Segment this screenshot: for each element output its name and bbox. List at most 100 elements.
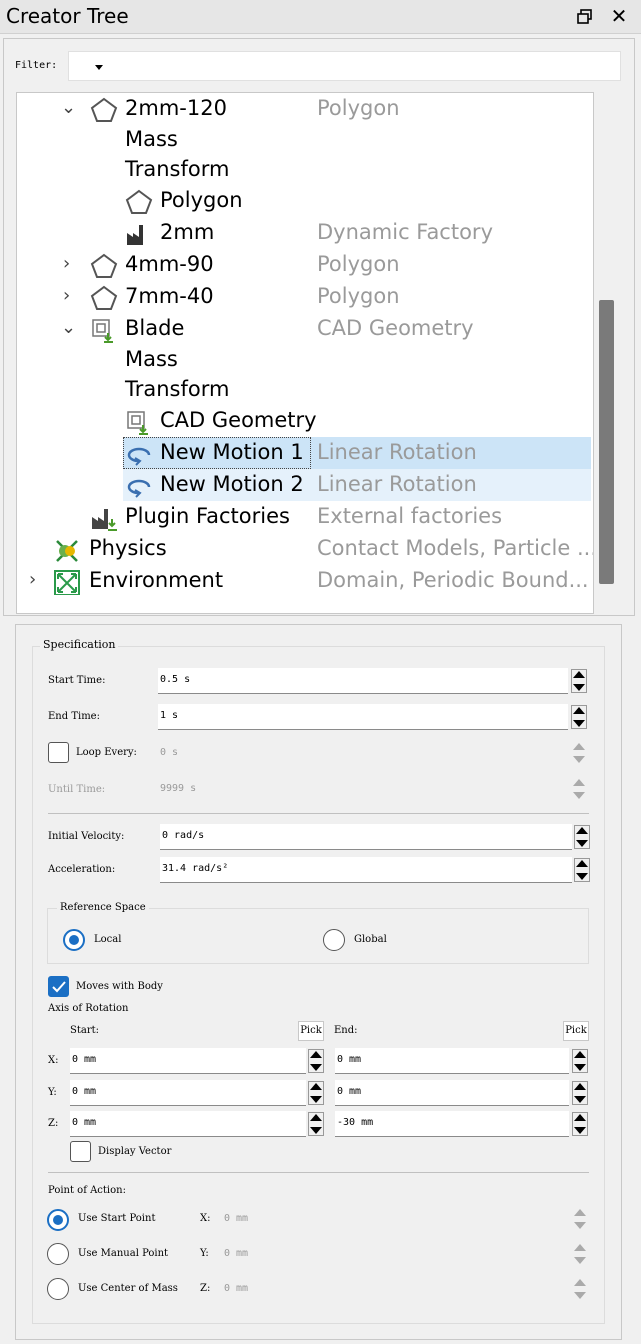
- factory-icon: [127, 225, 143, 245]
- tree-item-label: 2mm-120: [125, 96, 227, 120]
- poa-y-value: 0 mm: [224, 1248, 249, 1259]
- spin-updown-icon[interactable]: [572, 1049, 588, 1073]
- rotation-icon: [127, 479, 151, 498]
- separator: [48, 813, 589, 814]
- axis-end-x-input[interactable]: 0 mm: [335, 1048, 569, 1074]
- tree-item-mass[interactable]: Mass: [17, 124, 593, 156]
- display-vector-checkbox[interactable]: [70, 1141, 91, 1162]
- end-time-label: End Time:: [48, 711, 100, 722]
- end-time-input[interactable]: 1 s: [158, 704, 568, 730]
- axis-start-z-input[interactable]: 0 mm: [70, 1111, 306, 1137]
- checkmark-icon: [52, 981, 66, 993]
- pick-start-button[interactable]: Pick: [298, 1021, 324, 1041]
- spin-updown-icon[interactable]: [308, 1081, 324, 1105]
- global-label: Global: [354, 934, 387, 945]
- tree-item-environment[interactable]: › Environment Domain, Periodic Bound...: [17, 565, 593, 597]
- tree-item-2mm-120[interactable]: ⌄ 2mm-120 Polygon: [17, 93, 593, 125]
- point-of-action-title: Point of Action:: [48, 1185, 126, 1196]
- tree-item-plugin-factories[interactable]: Plugin Factories External factories: [17, 501, 593, 533]
- use-manual-point-radio[interactable]: [47, 1243, 69, 1265]
- axis-start-x-input[interactable]: 0 mm: [70, 1048, 306, 1074]
- axis-start-x-value: 0 mm: [72, 1054, 97, 1065]
- poa-z-label: Z:: [200, 1283, 211, 1294]
- display-vector-label: Display Vector: [98, 1146, 172, 1157]
- tree-item-blade[interactable]: ⌄ Blade CAD Geometry: [17, 313, 593, 345]
- axis-end-z-value: -30 mm: [337, 1117, 374, 1128]
- tree-item-2mm[interactable]: 2mm Dynamic Factory: [17, 217, 593, 249]
- tree-item-transform[interactable]: Transform: [17, 374, 593, 406]
- loop-every-label: Loop Every:: [76, 747, 137, 758]
- tree-item-polygon[interactable]: Polygon: [17, 185, 593, 217]
- tree-item-type: Polygon: [317, 96, 400, 120]
- spin-updown-icon[interactable]: [574, 858, 590, 882]
- axis-start-z-value: 0 mm: [72, 1117, 97, 1128]
- tree-item-label: Mass: [125, 127, 178, 151]
- local-radio[interactable]: [63, 929, 85, 951]
- poa-z-input: 0 mm: [222, 1277, 570, 1303]
- axis-start-y-value: 0 mm: [72, 1086, 97, 1097]
- chevron-down-icon[interactable]: ⌄: [61, 317, 76, 338]
- acceleration-input[interactable]: 31.4 rad/s²: [160, 857, 572, 883]
- tree-item-transform[interactable]: Transform: [17, 154, 593, 186]
- use-center-of-mass-label: Use Center of Mass: [78, 1283, 178, 1294]
- spin-updown-icon: [574, 1279, 586, 1299]
- tree-item-label: 4mm-90: [125, 252, 214, 276]
- reference-space-title: Reference Space: [57, 902, 149, 913]
- spin-updown-icon[interactable]: [574, 825, 590, 849]
- tree-item-label: Transform: [125, 377, 230, 401]
- reference-space-group: [47, 908, 589, 964]
- spin-updown-icon[interactable]: [308, 1049, 324, 1073]
- spin-updown-icon[interactable]: [572, 1081, 588, 1105]
- spin-updown-icon[interactable]: [571, 669, 587, 693]
- window-title: Creator Tree: [6, 4, 129, 28]
- initial-velocity-input[interactable]: 0 rad/s: [160, 824, 572, 850]
- tree-item-label: 2mm: [160, 220, 215, 244]
- filter-combobox[interactable]: [68, 51, 621, 81]
- end-time-value: 1 s: [160, 710, 179, 721]
- spin-updown-icon[interactable]: [572, 1112, 588, 1136]
- spin-updown-icon[interactable]: [571, 705, 587, 729]
- spin-updown-icon[interactable]: [308, 1112, 324, 1136]
- close-button[interactable]: ✕: [608, 6, 630, 28]
- tree-scrollbar-thumb[interactable]: [599, 300, 614, 584]
- tree-item-7mm-40[interactable]: › 7mm-40 Polygon: [17, 281, 593, 313]
- separator: [48, 1172, 589, 1173]
- loop-every-checkbox[interactable]: [48, 742, 69, 763]
- tree-item-physics[interactable]: Physics Contact Models, Particle ...: [17, 533, 593, 565]
- axis-end-y-input[interactable]: 0 mm: [335, 1080, 569, 1106]
- use-center-of-mass-radio[interactable]: [47, 1278, 69, 1300]
- chevron-right-icon[interactable]: ›: [29, 569, 36, 590]
- moves-with-body-checkbox[interactable]: [48, 976, 69, 997]
- start-time-input[interactable]: 0.5 s: [158, 668, 568, 694]
- global-radio[interactable]: [323, 929, 345, 951]
- moves-with-body-label: Moves with Body: [76, 981, 163, 992]
- chevron-down-icon[interactable]: [95, 65, 103, 70]
- tree-item-mass[interactable]: Mass: [17, 344, 593, 376]
- tree-item-label: New Motion 1: [160, 440, 304, 464]
- until-time-input: 9999 s: [158, 777, 568, 803]
- use-start-point-radio[interactable]: [47, 1209, 69, 1231]
- until-time-value: 9999 s: [160, 783, 197, 794]
- restore-icon: [577, 9, 592, 24]
- restore-button[interactable]: [574, 6, 596, 28]
- tree-item-4mm-90[interactable]: › 4mm-90 Polygon: [17, 249, 593, 281]
- tree-item-type: Linear Rotation: [317, 472, 477, 496]
- creator-tree[interactable]: ⌄ 2mm-120 Polygon Mass Transform Polygon…: [16, 92, 594, 614]
- tree-item-new-motion-2[interactable]: New Motion 2 Linear Rotation: [123, 469, 591, 501]
- chevron-down-icon[interactable]: ⌄: [61, 97, 76, 118]
- chevron-right-icon[interactable]: ›: [63, 285, 70, 306]
- axis-start-y-input[interactable]: 0 mm: [70, 1080, 306, 1106]
- chevron-right-icon[interactable]: ›: [63, 253, 70, 274]
- axis-end-z-input[interactable]: -30 mm: [335, 1111, 569, 1137]
- pick-end-button[interactable]: Pick: [563, 1021, 589, 1041]
- tree-item-label: 7mm-40: [125, 284, 214, 308]
- close-icon: ✕: [610, 6, 628, 28]
- tree-item-label: Blade: [125, 316, 185, 340]
- specification-title: Specification: [40, 638, 119, 651]
- polygon-icon: [90, 97, 118, 122]
- tree-item-new-motion-1[interactable]: New Motion 1 Linear Rotation: [123, 437, 591, 469]
- poa-x-value: 0 mm: [224, 1213, 249, 1224]
- tree-item-cad-geometry[interactable]: CAD Geometry: [17, 405, 593, 437]
- poa-z-value: 0 mm: [224, 1283, 249, 1294]
- tree-item-type: Domain, Periodic Bound...: [317, 568, 589, 592]
